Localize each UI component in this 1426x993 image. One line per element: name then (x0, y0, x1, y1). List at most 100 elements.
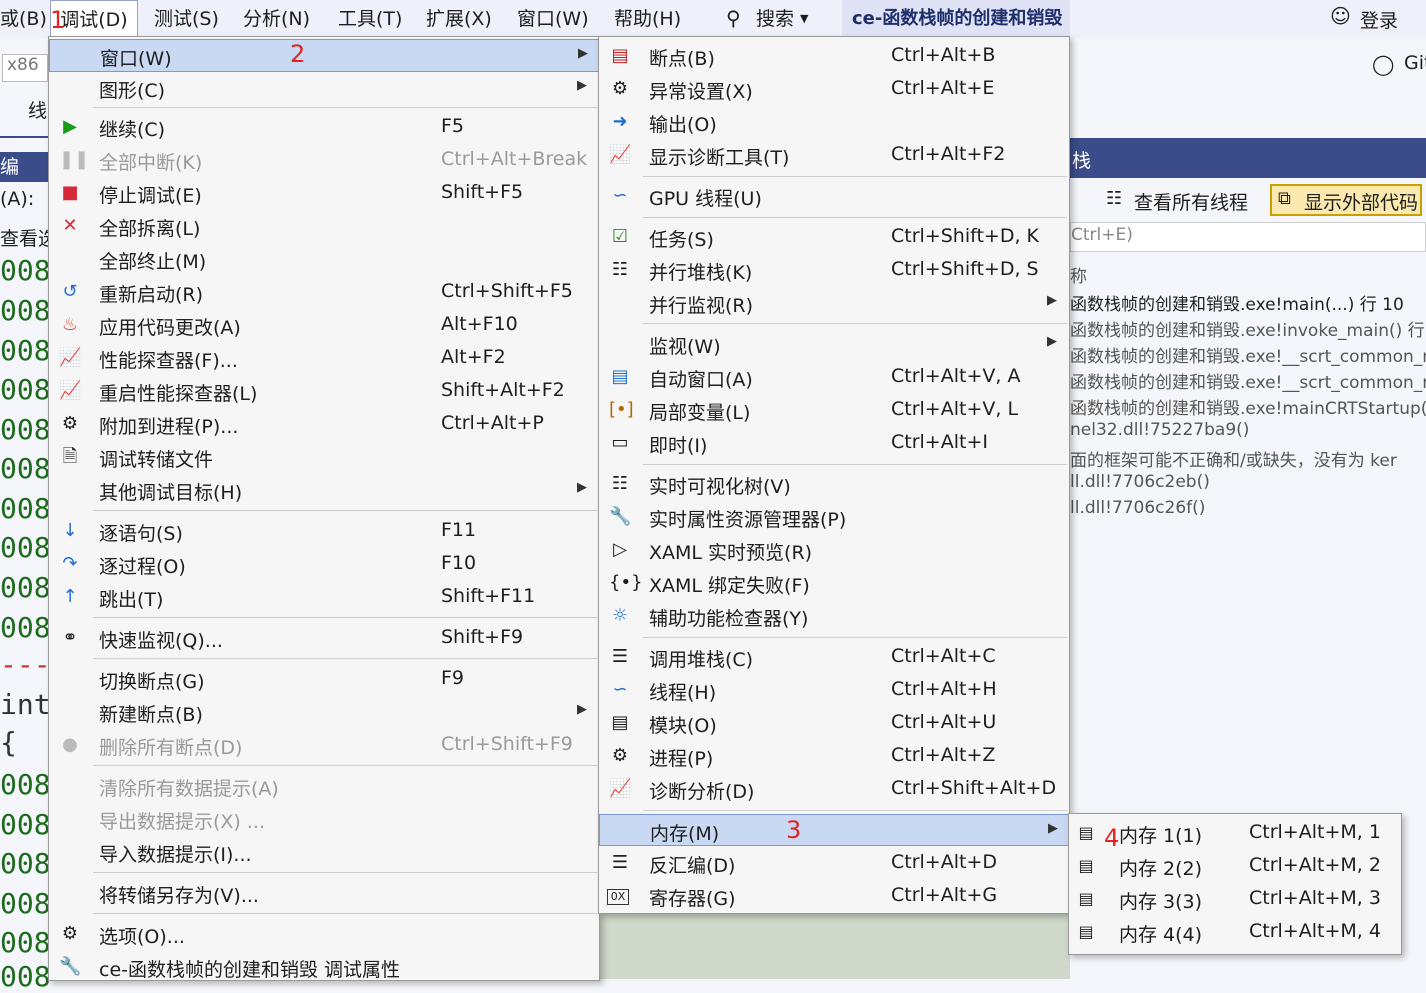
window-menu-item-breakpoints[interactable]: ▤ 断点(B) Ctrl+Alt+B (599, 40, 1069, 73)
window-menu-item-locals[interactable]: [•] 局部变量(L) Ctrl+Alt+V, L (599, 394, 1069, 427)
stack-row[interactable]: 面的框架可能不正确和/或缺失，没有为 ker (1070, 446, 1397, 471)
detach-icon: ✕ (62, 215, 78, 236)
window-menu-item-exception-settings[interactable]: ⚙ 异常设置(X) Ctrl+Alt+E (599, 73, 1069, 106)
debug-menu-item-apply-code-changes[interactable]: ♨ 应用代码更改(A) Alt+F10 (49, 309, 599, 342)
platform-dropdown[interactable]: x86 (2, 54, 48, 82)
call-stack-header: 栈 (1070, 138, 1426, 178)
menu-item-label: 实时属性资源管理器(P) (649, 509, 847, 531)
menu-item-shortcut: Ctrl+Shift+F9 (441, 733, 573, 755)
menu-help[interactable]: 帮助(H) (614, 0, 681, 38)
window-menu-item-call-stack[interactable]: ☰ 调用堆栈(C) Ctrl+Alt+C (599, 641, 1069, 674)
memory-menu-item-2[interactable]: ▤ 内存 2(2) Ctrl+Alt+M, 2 (1069, 850, 1401, 883)
show-external-code-button[interactable]: ⧉ 显示外部代码 (1270, 184, 1422, 216)
window-menu-item-registers[interactable]: 0X 寄存器(G) Ctrl+Alt+G (599, 880, 1069, 913)
processes-icon: ⚙ (611, 745, 629, 766)
window-menu-item-parallel-watch[interactable]: 并行监视(R) ▶ (599, 287, 1069, 320)
window-menu-item-disassembly[interactable]: ☰ 反汇编(D) Ctrl+Alt+D (599, 847, 1069, 880)
quickwatch-icon: ⚭ (62, 627, 78, 648)
debug-menu-item-restart[interactable]: ↺ 重新启动(R) Ctrl+Shift+F5 (49, 276, 599, 309)
menu-item-label: 快速监视(Q)... (99, 630, 223, 652)
memory-menu-item-3[interactable]: ▤ 内存 3(3) Ctrl+Alt+M, 3 (1069, 883, 1401, 916)
window-menu-item-memory[interactable]: 内存(M) ▶ (599, 814, 1069, 846)
stack-row[interactable]: 函数栈帧的创建和销毁.exe!main(...) 行 10 (1070, 290, 1404, 315)
stack-row[interactable]: 函数栈帧的创建和销毁.exe!mainCRTStartup(v (1070, 394, 1426, 419)
call-stack-search[interactable]: Ctrl+E) (1070, 222, 1426, 252)
stack-row[interactable]: ll.dll!7706c2eb() (1070, 472, 1210, 492)
debug-menu-item-export-datatips[interactable]: 导出数据提示(X) ... (49, 803, 599, 836)
debug-menu-item-delete-breakpoints[interactable]: ● 删除所有断点(D) Ctrl+Shift+F9 (49, 729, 599, 762)
debug-menu-item-graphics[interactable]: 图形(C) ▶ (49, 72, 599, 105)
menu-item-shortcut: Ctrl+Alt+I (891, 431, 988, 453)
debug-menu-item-profiler[interactable]: 📈 性能探查器(F)... Alt+F2 (49, 342, 599, 375)
debug-menu-item-stop[interactable]: ■ 停止调试(E) Shift+F5 (49, 177, 599, 210)
menu-item-label: 输出(O) (649, 114, 717, 136)
window-menu-item-xaml-binding[interactable]: {•} XAML 绑定失败(F) (599, 567, 1069, 600)
debug-menu-item-debug-dump[interactable]: 🗎 调试转储文件 (49, 441, 599, 474)
window-menu-item-processes[interactable]: ⚙ 进程(P) Ctrl+Alt+Z (599, 740, 1069, 773)
menu-item-label: 寄存器(G) (649, 888, 736, 910)
stack-row[interactable]: nel32.dll!75227ba9() (1070, 420, 1249, 440)
menu-item-shortcut: Ctrl+Alt+F2 (891, 143, 1006, 165)
menu-test[interactable]: 测试(S) (154, 0, 219, 38)
stack-row[interactable]: 函数栈帧的创建和销毁.exe!invoke_main() 行 (1070, 316, 1425, 341)
window-menu-item-autos[interactable]: ▤ 自动窗口(A) Ctrl+Alt+V, A (599, 361, 1069, 394)
window-menu-item-visual-tree[interactable]: ☷ 实时可视化树(V) (599, 468, 1069, 501)
account-icon[interactable]: ☺ (1330, 4, 1351, 28)
login-button[interactable]: 登录 (1360, 6, 1398, 33)
window-menu-item-diagnostic-analysis[interactable]: 📈 诊断分析(D) Ctrl+Shift+Alt+D (599, 773, 1069, 806)
window-menu-item-output[interactable]: ➜ 输出(O) (599, 106, 1069, 139)
window-menu-item-diagnostic-tools[interactable]: 📈 显示诊断工具(T) Ctrl+Alt+F2 (599, 139, 1069, 172)
stack-row[interactable]: 函数栈帧的创建和销毁.exe!__scrt_common_r (1070, 342, 1426, 367)
debug-menu-item-step-over[interactable]: ↷ 逐过程(O) F10 (49, 548, 599, 581)
debug-menu-item-detach-all[interactable]: ✕ 全部拆离(L) (49, 210, 599, 243)
window-menu-item-parallel-stacks[interactable]: ☷ 并行堆栈(K) Ctrl+Shift+D, S (599, 254, 1069, 287)
git-label[interactable]: Git (1404, 52, 1426, 74)
accessibility-icon: ☼ (611, 605, 629, 626)
window-menu-item-modules[interactable]: ▤ 模块(O) Ctrl+Alt+U (599, 707, 1069, 740)
debug-menu-item-toggle-breakpoint[interactable]: 切换断点(G) F9 (49, 663, 599, 696)
registers-icon: 0X (607, 889, 629, 905)
memory-menu-item-4[interactable]: ▤ 内存 4(4) Ctrl+Alt+M, 4 (1069, 916, 1401, 949)
window-menu-item-property-explorer[interactable]: 🔧 实时属性资源管理器(P) (599, 501, 1069, 534)
menu-window[interactable]: 窗口(W) (517, 0, 589, 38)
column-header-name: 称 (1070, 267, 1087, 287)
window-menu-item-accessibility[interactable]: ☼ 辅助功能检查器(Y) (599, 600, 1069, 633)
debug-menu-item-break-all[interactable]: ❚❚ 全部中断(K) Ctrl+Alt+Break (49, 144, 599, 177)
debug-menu-item-terminate-all[interactable]: 全部终止(M) (49, 243, 599, 276)
window-menu-item-gpu-threads[interactable]: ∽ GPU 线程(U) (599, 180, 1069, 213)
debug-menu-item-quickwatch[interactable]: ⚭ 快速监视(Q)... Shift+F9 (49, 622, 599, 655)
window-menu-item-watch[interactable]: 监视(W) ▶ (599, 328, 1069, 361)
view-all-threads-button[interactable]: ☷ 查看所有线程 (1104, 186, 1264, 216)
window-menu-item-immediate[interactable]: ▭ 即时(I) Ctrl+Alt+I (599, 427, 1069, 460)
debug-menu-item-step-out[interactable]: ↑ 跳出(T) Shift+F11 (49, 581, 599, 614)
github-icon[interactable]: ◯ (1372, 52, 1394, 76)
menu-item-shortcut: Ctrl+Alt+U (891, 711, 997, 733)
menu-build[interactable]: 或(B) (0, 0, 47, 38)
debug-menu-item-new-breakpoint[interactable]: 新建断点(B) ▶ (49, 696, 599, 729)
menu-item-shortcut: Ctrl+Alt+M, 2 (1249, 854, 1381, 876)
menu-item-shortcut: Ctrl+Alt+C (891, 645, 996, 667)
search-button[interactable]: ⚲ 搜索 ▼ (712, 0, 827, 38)
debug-menu-item-clear-datatips[interactable]: 清除所有数据提示(A) (49, 770, 599, 803)
debug-menu-item-window[interactable]: 窗口(W) ▶ (49, 39, 599, 72)
debug-menu-item-options[interactable]: ⚙ 选项(O)... (49, 918, 599, 951)
window-menu-item-xaml-preview[interactable]: ▷ XAML 实时预览(R) (599, 534, 1069, 567)
debug-menu-item-import-datatips[interactable]: 导入数据提示(I)... (49, 836, 599, 869)
debug-menu-item-continue[interactable]: ▶ 继续(C) F5 (49, 111, 599, 144)
debug-menu-item-restart-profiler[interactable]: 📈 重启性能探查器(L) Shift+Alt+F2 (49, 375, 599, 408)
menu-item-label: 清除所有数据提示(A) (99, 778, 279, 800)
menu-item-shortcut: Ctrl+Alt+V, A (891, 365, 1021, 387)
debug-menu-item-attach[interactable]: ⚙ 附加到进程(P)... Ctrl+Alt+P (49, 408, 599, 441)
debug-menu-item-debug-properties[interactable]: 🔧 ce-函数栈帧的创建和销毁 调试属性 (49, 951, 599, 984)
menu-analyze[interactable]: 分析(N) (243, 0, 310, 38)
menu-extensions[interactable]: 扩展(X) (426, 0, 492, 38)
debug-menu-item-step-into[interactable]: ↓ 逐语句(S) F11 (49, 515, 599, 548)
stack-row[interactable]: 函数栈帧的创建和销毁.exe!__scrt_common_r (1070, 368, 1426, 393)
window-menu-item-threads[interactable]: ∽ 线程(H) Ctrl+Alt+H (599, 674, 1069, 707)
menu-item-label: ce-函数栈帧的创建和销毁 调试属性 (99, 959, 401, 981)
stack-row[interactable]: ll.dll!7706c26f() (1070, 498, 1205, 518)
debug-menu-item-save-dump[interactable]: 将转储另存为(V)... (49, 877, 599, 910)
menu-tools[interactable]: 工具(T) (338, 0, 402, 38)
debug-menu-item-other-targets[interactable]: 其他调试目标(H) ▶ (49, 474, 599, 507)
window-menu-item-tasks[interactable]: ☑ 任务(S) Ctrl+Shift+D, K (599, 221, 1069, 254)
